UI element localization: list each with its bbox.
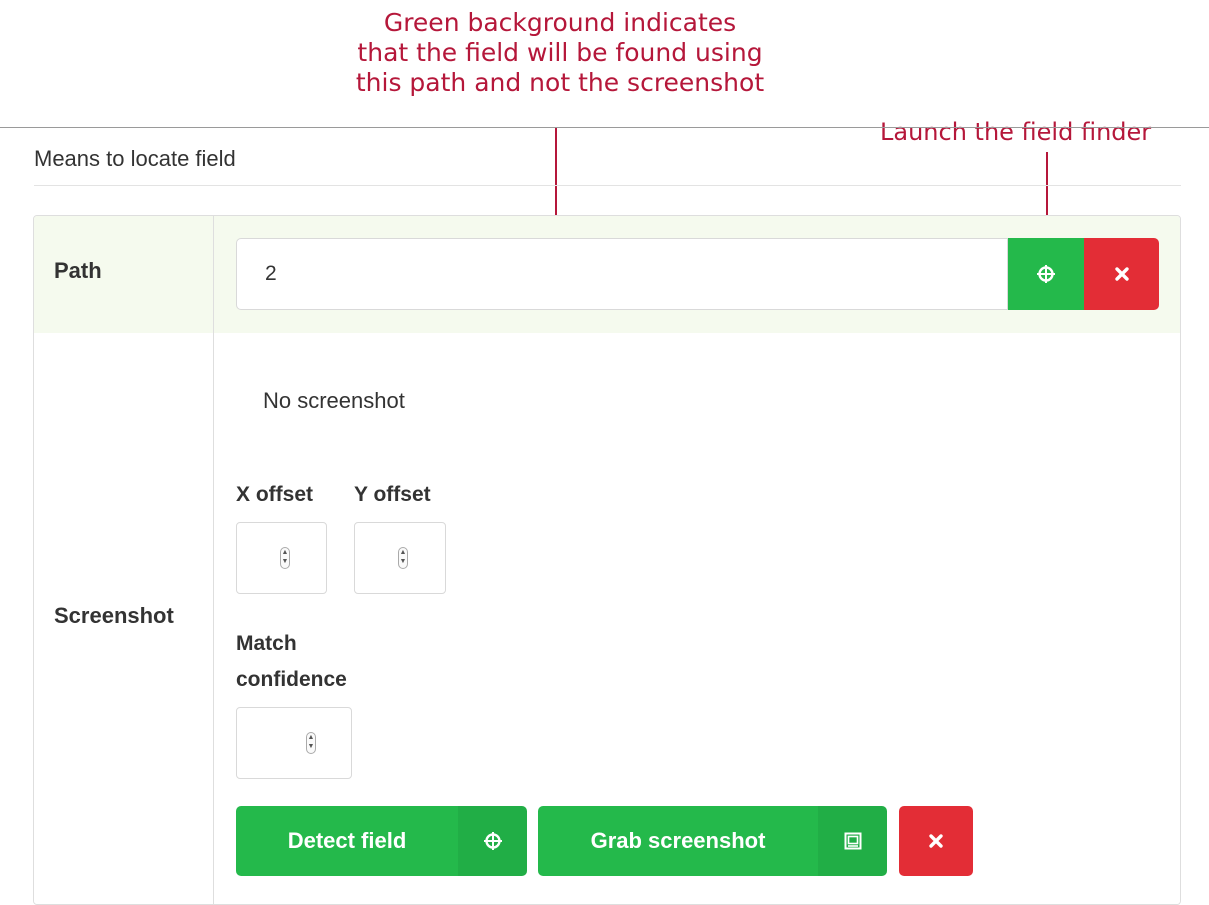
grab-screenshot-button[interactable]: Grab screenshot — [538, 806, 887, 876]
match-confidence-label: confidence — [236, 668, 347, 691]
path-label: Path — [54, 258, 102, 283]
crosshair-icon — [1037, 265, 1055, 283]
annotation-green-background: Green background indicates that the fiel… — [300, 8, 820, 98]
detect-field-icon-cell — [458, 806, 527, 876]
divider — [0, 127, 1209, 128]
section-divider — [34, 185, 1181, 186]
path-label-cell: Path — [34, 216, 214, 333]
screenshot-label: Screenshot — [54, 603, 174, 628]
clear-screenshot-button[interactable] — [899, 806, 973, 876]
locate-field-table: Path 2 Screenshot No screenshot X offset… — [33, 215, 1181, 905]
close-icon — [1114, 267, 1129, 281]
stepper-icon[interactable]: ▲ ▼ — [306, 732, 316, 754]
launch-field-finder-button[interactable] — [1008, 238, 1084, 310]
grab-screenshot-label: Grab screenshot — [590, 828, 766, 853]
match-confidence-input[interactable]: ▲ ▼ — [236, 707, 352, 779]
screenshot-icon — [844, 832, 861, 850]
detect-field-button[interactable]: Detect field — [236, 806, 527, 876]
section-title: Means to locate field — [34, 146, 236, 171]
annotation-line: this path and not the screenshot — [355, 68, 765, 97]
annotation-line: that the field will be found using — [357, 38, 763, 67]
screenshot-label-cell: Screenshot — [34, 333, 214, 904]
match-confidence-label: Match — [236, 632, 297, 655]
detect-field-label: Detect field — [287, 828, 407, 853]
stepper-icon[interactable]: ▲ ▼ — [398, 547, 408, 569]
y-offset-label: Y offset — [354, 483, 431, 506]
screenshot-status: No screenshot — [263, 388, 405, 413]
annotation-field-finder: Launch the field finder — [880, 118, 1152, 146]
annotation-pointer — [555, 128, 557, 228]
path-row: Path 2 — [34, 216, 1180, 334]
x-offset-label: X offset — [236, 483, 314, 506]
crosshair-icon — [483, 832, 502, 850]
grab-screenshot-icon-cell — [818, 806, 887, 876]
path-input[interactable]: 2 — [236, 238, 1008, 310]
x-offset-input[interactable]: ▲ ▼ — [236, 522, 327, 594]
stepper-icon[interactable]: ▲ ▼ — [280, 547, 290, 569]
close-icon — [929, 834, 943, 848]
annotation-line: Green background indicates — [383, 8, 737, 37]
y-offset-input[interactable]: ▲ ▼ — [354, 522, 446, 594]
clear-path-button[interactable] — [1084, 238, 1159, 310]
